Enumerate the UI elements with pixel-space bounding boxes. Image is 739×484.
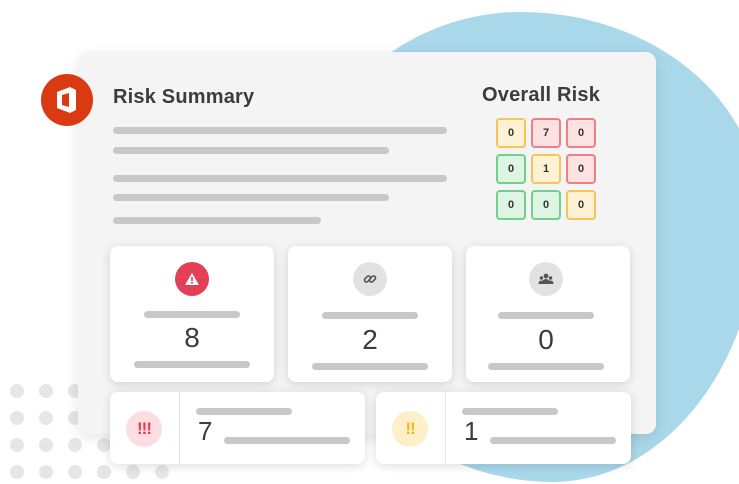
risk-cell: 0 <box>566 190 596 220</box>
critical-risk-count: 7 <box>198 416 213 446</box>
users-icon <box>529 262 563 296</box>
risk-cell: 0 <box>496 118 526 148</box>
text-placeholder-line <box>113 217 321 224</box>
text-placeholder-line <box>113 147 389 154</box>
text-placeholder-line <box>113 194 389 201</box>
users-count: 0 <box>538 324 554 355</box>
risk-cell: 0 <box>496 154 526 184</box>
high-exclamation-icon: !! <box>392 411 428 447</box>
alerts-count: 8 <box>184 322 200 353</box>
alerts-card[interactable]: 8 <box>110 246 274 382</box>
high-risk-count: 1 <box>464 416 479 446</box>
critical-risk-card[interactable]: !!! 7 <box>110 392 365 464</box>
card-divider <box>179 392 180 464</box>
card-label-placeholder <box>144 311 240 318</box>
risk-cell: 0 <box>531 190 561 220</box>
risk-cell: 0 <box>566 154 596 184</box>
card-subtext-placeholder <box>312 363 428 370</box>
page-title: Risk Summary <box>113 86 255 108</box>
links-card[interactable]: 2 <box>288 246 452 382</box>
link-icon <box>353 262 387 296</box>
critical-exclamation-icon: !!! <box>126 411 162 447</box>
card-subtext-placeholder <box>224 437 350 444</box>
card-label-placeholder <box>322 312 418 319</box>
users-card[interactable]: 0 <box>466 246 630 382</box>
card-label-placeholder <box>462 408 558 415</box>
risk-cell: 0 <box>496 190 526 220</box>
card-label-placeholder <box>196 408 292 415</box>
card-subtext-placeholder <box>490 437 616 444</box>
risk-cell: 1 <box>531 154 561 184</box>
overall-risk-title: Overall Risk <box>482 84 601 106</box>
office-logo-icon <box>41 74 93 126</box>
warning-icon <box>175 262 209 296</box>
card-subtext-placeholder <box>134 361 250 368</box>
risk-matrix: 0 7 0 0 1 0 0 0 0 <box>496 118 600 224</box>
text-placeholder-line <box>113 175 447 182</box>
card-label-placeholder <box>498 312 594 319</box>
card-divider <box>445 392 446 464</box>
card-subtext-placeholder <box>488 363 604 370</box>
risk-cell: 7 <box>531 118 561 148</box>
risk-cell: 0 <box>566 118 596 148</box>
high-risk-card[interactable]: !! 1 <box>376 392 631 464</box>
links-count: 2 <box>362 324 378 355</box>
text-placeholder-line <box>113 127 447 134</box>
